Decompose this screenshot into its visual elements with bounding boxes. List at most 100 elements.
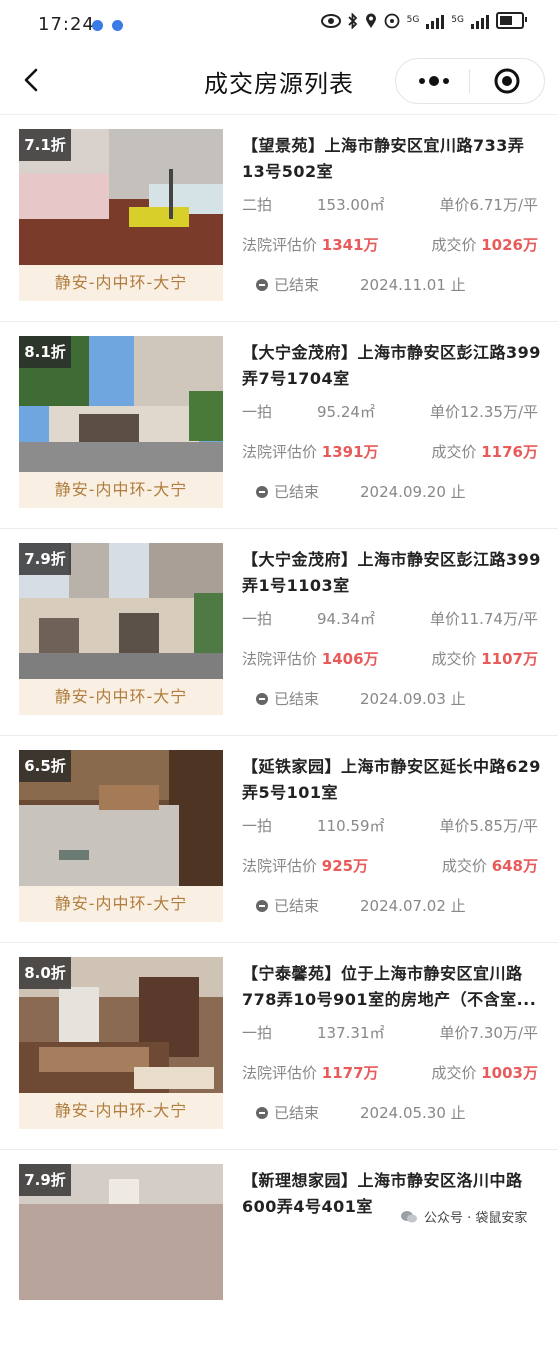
listing-price-row: 法院评估价 1406万 成交价 1107万 — [242, 648, 538, 669]
listing-info-row: 一拍 95.24㎡ 单价12.35万/平 — [242, 401, 538, 422]
status-text: 已结束 — [274, 1104, 320, 1122]
listing-card[interactable]: 7.9折 【新理想家园】上海市静安区洛川中路600弄4号401室 — [0, 1149, 558, 1357]
unit-price: 单价11.74万/平 — [430, 610, 538, 628]
listing-size: 137.31㎡ — [317, 1024, 385, 1042]
listing-card[interactable]: 6.5折 静安-内中环-大宁 【延铁家园】上海市静安区延长中路629弄5号101… — [0, 735, 558, 943]
listing-size: 95.24㎡ — [317, 403, 375, 421]
listing-status-row: 已结束 2024.11.01 止 — [242, 274, 538, 295]
unit-price: 单价7.30万/平 — [439, 1024, 538, 1042]
discount-badge: 7.9折 — [19, 543, 71, 575]
deal-price: 1176万 — [481, 443, 538, 461]
auction-round: 二拍 — [242, 196, 273, 214]
unit-price: 单价6.71万/平 — [439, 196, 538, 214]
listing-title[interactable]: 【望景苑】上海市静安区宜川路733弄13号502室 — [242, 133, 542, 185]
listing-price-row: 法院评估价 1391万 成交价 1176万 — [242, 441, 538, 462]
listing-info-row: 一拍 94.34㎡ 单价11.74万/平 — [242, 608, 538, 629]
listing-status-row: 已结束 2024.09.03 止 — [242, 688, 538, 709]
notification-dot-icon — [112, 20, 123, 31]
eval-price: 925万 — [321, 857, 369, 875]
watermark: 公众号 · 袋鼠安家 — [394, 1205, 534, 1228]
unit-price: 单价12.35万/平 — [430, 403, 538, 421]
listing-title[interactable]: 【延铁家园】上海市静安区延长中路629弄5号101室 — [242, 754, 542, 806]
end-date: 2024.09.20 止 — [360, 483, 466, 501]
listing-price-row: 法院评估价 925万 成交价 648万 — [242, 855, 538, 876]
eval-price-label: 法院评估价 — [242, 1064, 318, 1082]
capsule-divider — [469, 69, 470, 93]
deal-price: 1107万 — [481, 650, 538, 668]
location-icon — [365, 13, 376, 28]
hotspot-icon — [384, 13, 399, 28]
listing-price-row: 法院评估价 1341万 成交价 1026万 — [242, 234, 538, 255]
notification-dot-icon — [92, 20, 103, 31]
ended-icon — [256, 692, 268, 705]
eye-icon — [320, 13, 341, 28]
area-label: 静安-内中环-大宁 — [19, 1093, 223, 1129]
deal-price-label: 成交价 — [431, 236, 477, 254]
discount-badge: 8.0折 — [19, 957, 71, 989]
deal-price-label: 成交价 — [431, 1064, 477, 1082]
listing-size: 153.00㎡ — [317, 196, 385, 214]
auction-round: 一拍 — [242, 817, 273, 835]
ended-icon — [256, 485, 268, 498]
battery-icon — [496, 12, 527, 29]
area-label: 静安-内中环-大宁 — [19, 886, 223, 922]
listing-status-row: 已结束 2024.07.02 止 — [242, 895, 538, 916]
end-date: 2024.09.03 止 — [360, 690, 466, 708]
unit-price: 单价5.85万/平 — [439, 817, 538, 835]
status-text: 已结束 — [274, 897, 320, 915]
eval-price-label: 法院评估价 — [242, 236, 318, 254]
discount-badge: 6.5折 — [19, 750, 71, 782]
listing-card[interactable]: 7.9折 静安-内中环-大宁 【大宁金茂府】上海市静安区彭江路399弄1号110… — [0, 528, 558, 736]
listing-info-row: 一拍 137.31㎡ 单价7.30万/平 — [242, 1022, 538, 1043]
eval-price-label: 法院评估价 — [242, 857, 318, 875]
eval-price-label: 法院评估价 — [242, 650, 318, 668]
listing-card[interactable]: 8.1折 静安-内中环-大宁 【大宁金茂府】上海市静安区彭江路399弄7号170… — [0, 321, 558, 529]
signal-icon — [471, 13, 489, 29]
end-date: 2024.05.30 止 — [360, 1104, 466, 1122]
listing-size: 94.34㎡ — [317, 610, 375, 628]
auction-round: 一拍 — [242, 610, 273, 628]
listing-card[interactable]: 7.1折 静安-内中环-大宁 【望景苑】上海市静安区宜川路733弄13号502室… — [0, 114, 558, 322]
listing-title[interactable]: 【宁泰馨苑】位于上海市静安区宜川路778弄10号901室的房地产（不含室... — [242, 961, 542, 1013]
close-mini-program-icon[interactable] — [494, 68, 520, 94]
deal-price: 1026万 — [481, 236, 538, 254]
area-label: 静安-内中环-大宁 — [19, 265, 223, 301]
listing-size: 110.59㎡ — [317, 817, 385, 835]
deal-price-label: 成交价 — [431, 443, 477, 461]
end-date: 2024.11.01 止 — [360, 276, 466, 294]
wechat-icon — [401, 1210, 417, 1222]
deal-price-label: 成交价 — [441, 857, 487, 875]
listing-title[interactable]: 【大宁金茂府】上海市静安区彭江路399弄1号1103室 — [242, 547, 542, 599]
auction-round: 一拍 — [242, 1024, 273, 1042]
listing-status-row: 已结束 2024.05.30 止 — [242, 1102, 538, 1123]
signal-icon — [426, 13, 445, 29]
eval-price: 1341万 — [321, 236, 379, 254]
ended-icon — [256, 278, 268, 291]
status-bar: 17:24 5G 5G — [0, 0, 558, 50]
listing-title[interactable]: 【大宁金茂府】上海市静安区彭江路399弄7号1704室 — [242, 340, 542, 392]
area-label: 静安-内中环-大宁 — [19, 679, 223, 715]
discount-badge: 8.1折 — [19, 336, 71, 368]
listing-price-row: 法院评估价 1177万 成交价 1003万 — [242, 1062, 538, 1083]
area-label: 静安-内中环-大宁 — [19, 472, 223, 508]
discount-badge: 7.9折 — [19, 1164, 71, 1196]
deal-price-label: 成交价 — [431, 650, 477, 668]
status-time: 17:24 — [38, 14, 95, 35]
eval-price: 1406万 — [321, 650, 379, 668]
bluetooth-icon — [347, 12, 357, 29]
end-date: 2024.07.02 止 — [360, 897, 466, 915]
auction-round: 一拍 — [242, 403, 273, 421]
mini-program-capsule — [395, 58, 545, 104]
status-text: 已结束 — [274, 690, 320, 708]
status-icons: 5G 5G — [320, 12, 527, 29]
listing-info-row: 一拍 110.59㎡ 单价5.85万/平 — [242, 815, 538, 836]
more-options-icon[interactable] — [416, 73, 452, 89]
status-text: 已结束 — [274, 276, 320, 294]
deal-price: 648万 — [491, 857, 538, 875]
status-text: 已结束 — [274, 483, 320, 501]
eval-price-label: 法院评估价 — [242, 443, 318, 461]
ended-icon — [256, 1106, 268, 1119]
deal-price: 1003万 — [481, 1064, 538, 1082]
network-label: 5G — [406, 15, 420, 25]
listing-card[interactable]: 8.0折 静安-内中环-大宁 【宁泰馨苑】位于上海市静安区宜川路778弄10号9… — [0, 942, 558, 1150]
